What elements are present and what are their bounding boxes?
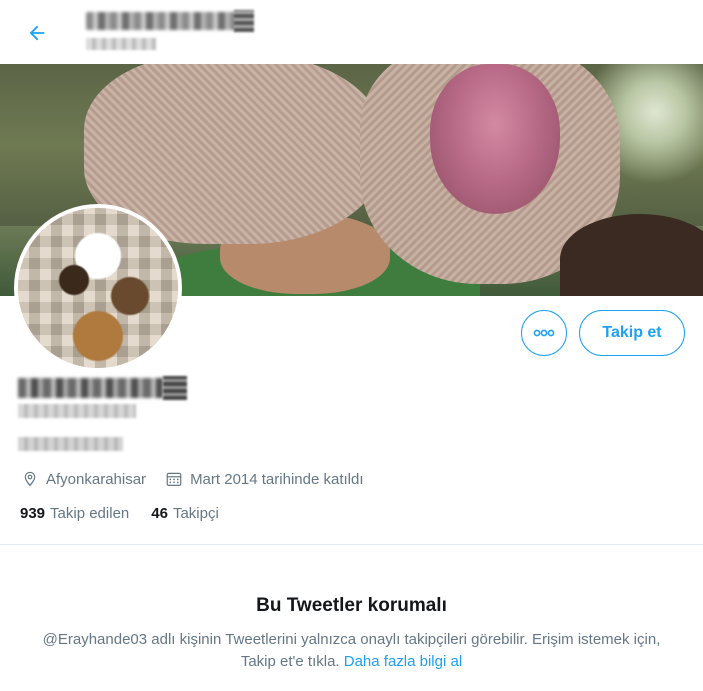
following-label: Takip edilen: [50, 505, 130, 522]
profile-stats: 939 Takip edilen 46 Takipçi: [20, 505, 241, 522]
protected-tweets-notice: Bu Tweetler korumalı @Erayhande03 adlı k…: [0, 545, 703, 691]
more-horizontal-icon: [533, 329, 555, 337]
profile-handle-redacted: [18, 404, 136, 418]
joined-text: Mart 2014 tarihinde katıldı: [190, 470, 364, 488]
profile-avatar[interactable]: [14, 204, 182, 372]
header-tweet-count-redacted: [86, 38, 156, 50]
profile-bio-redacted: [18, 437, 123, 451]
calendar-icon: [164, 469, 184, 489]
follow-button[interactable]: Takip et: [579, 310, 685, 356]
header-name-redacted: [86, 12, 238, 30]
protected-title: Bu Tweetler korumalı: [256, 595, 447, 616]
learn-more-link[interactable]: Daha fazla bilgi al: [344, 653, 462, 670]
more-options-button[interactable]: [521, 310, 567, 356]
following-stat[interactable]: 939 Takip edilen: [20, 505, 129, 522]
protected-message-block: @Erayhande03 adlı kişinin Tweetlerini ya…: [30, 629, 673, 673]
profile-location: Afyonkarahisar: [20, 469, 146, 489]
location-text: Afyonkarahisar: [46, 470, 147, 488]
following-count: 939: [20, 505, 46, 522]
followers-count: 46: [151, 505, 168, 522]
avatar-image-pixelated: [18, 208, 178, 368]
back-button[interactable]: [22, 18, 52, 48]
followers-stat[interactable]: 46 Takipçi: [151, 505, 219, 522]
location-pin-icon: [20, 469, 40, 489]
header-badge-redacted: [234, 10, 254, 32]
banner-hat-detail: [430, 64, 560, 214]
arrow-left-icon: [29, 25, 45, 41]
profile-badge-redacted: [163, 376, 187, 400]
followers-label: Takipçi: [172, 505, 219, 522]
profile-joined-date: Mart 2014 tarihinde katıldı: [164, 469, 364, 489]
profile-name-redacted: [18, 378, 163, 398]
top-bar: [0, 0, 703, 64]
profile-meta: Afyonkarahisar Mart 2014 tarihinde katıl…: [20, 469, 382, 489]
